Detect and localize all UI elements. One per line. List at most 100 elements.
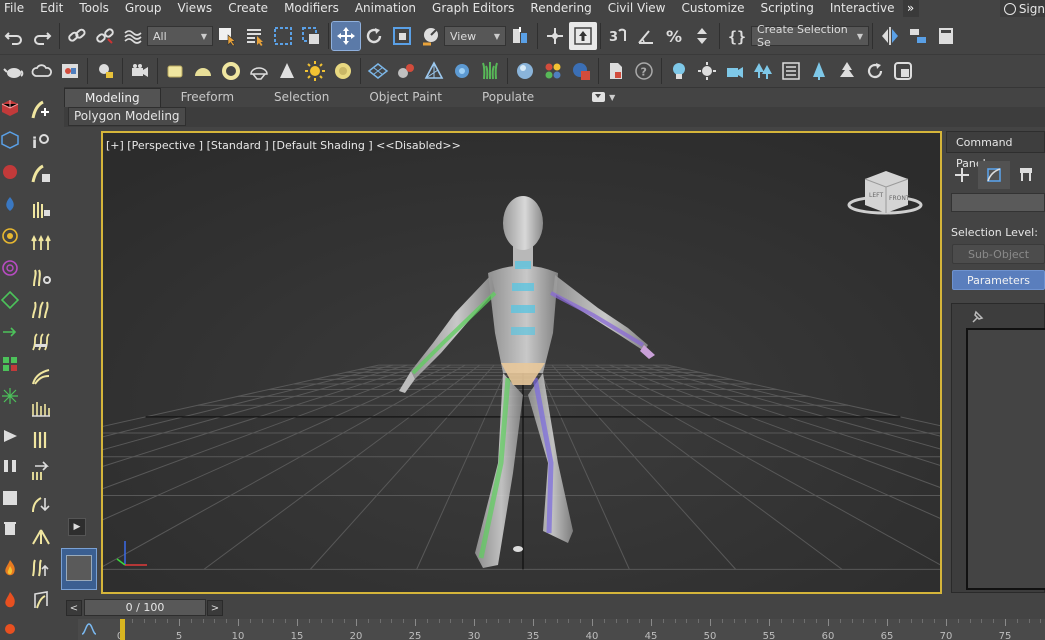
- hair-style-icon[interactable]: [26, 160, 56, 188]
- menu-overflow-button[interactable]: »: [902, 0, 919, 17]
- hemisphere-primitive-button[interactable]: [189, 57, 217, 85]
- rectangular-selection-button[interactable]: [269, 22, 297, 50]
- menu-create[interactable]: Create: [220, 0, 276, 17]
- bind-space-warp-button[interactable]: [119, 22, 147, 50]
- viewport-thumbnail-button[interactable]: [61, 548, 97, 590]
- time-next-button[interactable]: >: [207, 600, 223, 616]
- tab-object-paint[interactable]: Object Paint: [349, 88, 462, 107]
- angle-snap-button[interactable]: [632, 22, 660, 50]
- helper-object-button[interactable]: [420, 57, 448, 85]
- window-crossing-button[interactable]: [297, 22, 325, 50]
- sub-object-button[interactable]: Sub-Object: [952, 244, 1045, 264]
- menu-animation[interactable]: Animation: [347, 0, 424, 17]
- snaps-toggle-button[interactable]: 3: [604, 22, 632, 50]
- unlink-button[interactable]: [91, 22, 119, 50]
- pause-icon[interactable]: [0, 454, 20, 478]
- render-setup-button[interactable]: [567, 57, 595, 85]
- select-manipulate-button[interactable]: [541, 22, 569, 50]
- geometry-cube-icon[interactable]: [0, 96, 20, 120]
- create-tab[interactable]: [946, 161, 978, 189]
- select-and-move-button[interactable]: [331, 21, 361, 51]
- hair-frizz-icon[interactable]: [26, 296, 56, 324]
- hair-length-icon[interactable]: [26, 426, 56, 454]
- xrefs-icon[interactable]: [0, 384, 20, 408]
- fire-alt-icon[interactable]: [0, 588, 20, 612]
- time-slider[interactable]: 0 / 100: [84, 599, 206, 616]
- menu-group[interactable]: Group: [117, 0, 170, 17]
- bones-icon[interactable]: [0, 288, 20, 312]
- stop-icon[interactable]: [0, 486, 20, 510]
- sphere-primitive-button[interactable]: [329, 57, 357, 85]
- expand-panel-button[interactable]: ▶: [68, 518, 86, 536]
- list-view-button[interactable]: [777, 57, 805, 85]
- hair-weight-icon[interactable]: [26, 586, 56, 614]
- pine-button[interactable]: [833, 57, 861, 85]
- pivot-center-button[interactable]: [506, 22, 534, 50]
- sun-light-button[interactable]: [301, 57, 329, 85]
- sign-in-button[interactable]: Sign: [1000, 0, 1045, 17]
- cone-primitive-button[interactable]: [273, 57, 301, 85]
- select-and-rotate-button[interactable]: [360, 22, 388, 50]
- tab-freeform[interactable]: Freeform: [161, 88, 254, 107]
- teapot-button[interactable]: [0, 57, 28, 85]
- material-editor-button[interactable]: [539, 57, 567, 85]
- tab-populate[interactable]: Populate: [462, 88, 554, 107]
- camera-button[interactable]: [721, 57, 749, 85]
- align-button[interactable]: [904, 22, 932, 50]
- hair-cut-icon[interactable]: [26, 264, 56, 292]
- menu-views[interactable]: Views: [169, 0, 220, 17]
- file-export-button[interactable]: [602, 57, 630, 85]
- menu-graph-editors[interactable]: Graph Editors: [424, 0, 522, 17]
- conifer-button[interactable]: [805, 57, 833, 85]
- shapes-cube-icon[interactable]: [0, 128, 20, 152]
- perspective-viewport[interactable]: FRONT LEFT [+] [Perspective ] [Standard …: [101, 131, 942, 594]
- select-object-button[interactable]: [213, 22, 241, 50]
- containers-icon[interactable]: [0, 320, 20, 344]
- mirror-button[interactable]: [876, 22, 904, 50]
- info-settings-icon[interactable]: i: [26, 128, 56, 156]
- pin-stack-button[interactable]: [968, 308, 986, 326]
- grid-object-button[interactable]: [364, 57, 392, 85]
- object-name-field[interactable]: [951, 193, 1045, 212]
- refresh-button[interactable]: [861, 57, 889, 85]
- particles-icon[interactable]: [0, 352, 20, 376]
- menu-edit[interactable]: Edit: [32, 0, 71, 17]
- torus-primitive-button[interactable]: [217, 57, 245, 85]
- selection-filter-dropdown[interactable]: All ▼: [147, 26, 213, 46]
- spinner-snap-button[interactable]: [688, 22, 716, 50]
- undo-button[interactable]: [0, 22, 28, 50]
- play-triangle-icon[interactable]: [0, 424, 20, 448]
- polygon-modeling-panel-tab[interactable]: Polygon Modeling: [68, 107, 186, 126]
- menu-tools[interactable]: Tools: [71, 0, 117, 17]
- ribbon-options-button[interactable]: ▼: [592, 92, 615, 102]
- hair-comb-icon[interactable]: [26, 458, 56, 486]
- fire-icon[interactable]: [0, 556, 20, 580]
- hair-scale-icon[interactable]: [26, 554, 56, 582]
- trash-icon[interactable]: [0, 516, 20, 540]
- time-prev-button[interactable]: <: [66, 600, 82, 616]
- edit-named-selection-button[interactable]: {}: [723, 22, 751, 50]
- light-bulb-button[interactable]: [665, 57, 693, 85]
- hair-add-icon[interactable]: [26, 96, 56, 124]
- hair-clump-icon[interactable]: [26, 522, 56, 550]
- link-button[interactable]: [63, 22, 91, 50]
- menu-civil-view[interactable]: Civil View: [600, 0, 674, 17]
- spacewarps-icon[interactable]: [0, 256, 20, 280]
- parameters-button[interactable]: Parameters: [952, 270, 1045, 290]
- physical-camera-button[interactable]: [126, 57, 154, 85]
- foliage-button[interactable]: [476, 57, 504, 85]
- menu-modifiers[interactable]: Modifiers: [276, 0, 347, 17]
- redo-button[interactable]: [28, 22, 56, 50]
- hierarchy-tab[interactable]: [1010, 161, 1042, 189]
- tree-button[interactable]: [749, 57, 777, 85]
- omni-light-button[interactable]: [693, 57, 721, 85]
- menu-scripting[interactable]: Scripting: [752, 0, 821, 17]
- render-message-button[interactable]: [91, 57, 119, 85]
- hair-rotate-icon[interactable]: [26, 490, 56, 518]
- tab-modeling[interactable]: Modeling: [64, 87, 161, 107]
- current-frame-marker[interactable]: [120, 619, 125, 640]
- lights-icon[interactable]: [0, 160, 20, 184]
- percent-snap-button[interactable]: %: [660, 22, 688, 50]
- keyboard-shortcut-override-button[interactable]: [569, 22, 597, 50]
- hair-brush-icon[interactable]: [26, 328, 56, 356]
